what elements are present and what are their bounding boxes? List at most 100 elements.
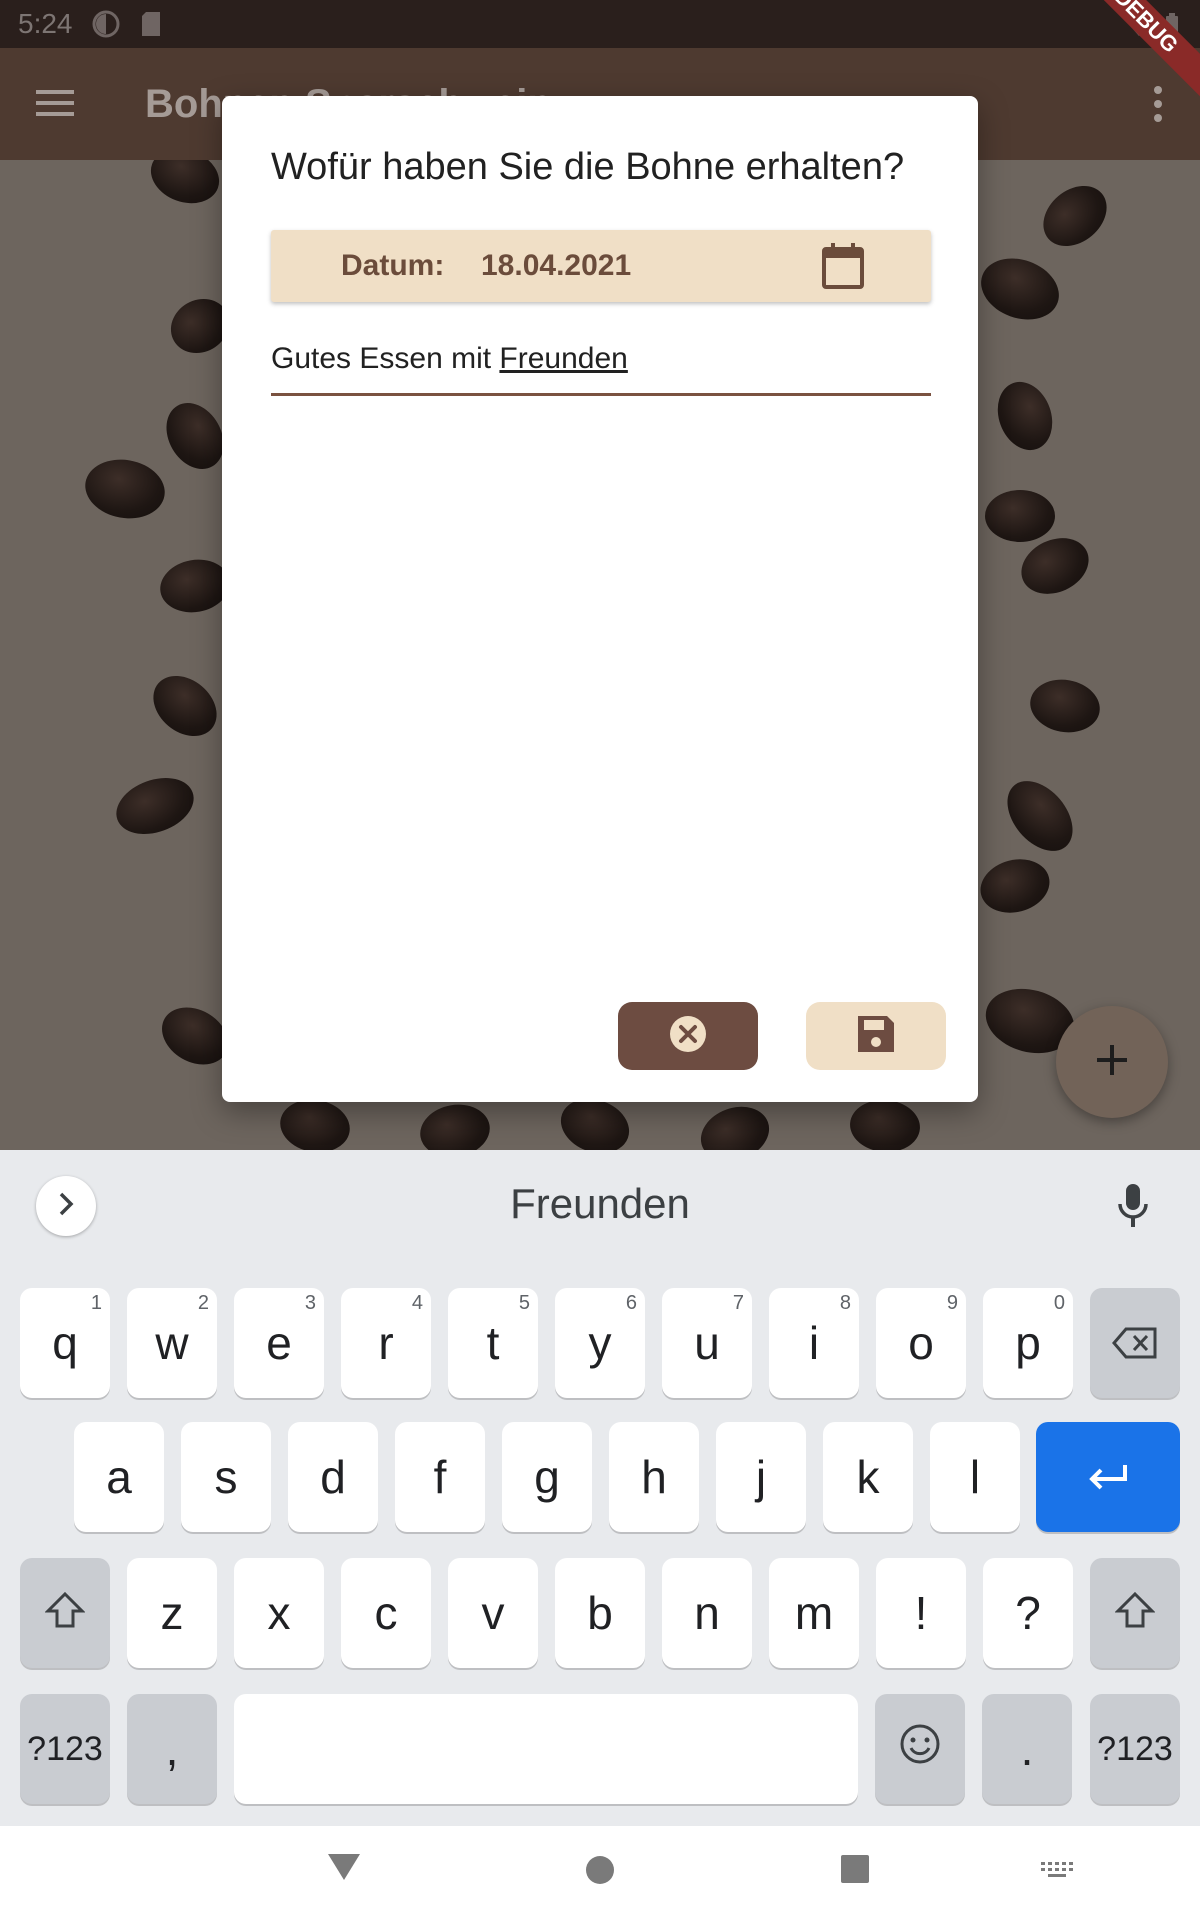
key-y[interactable]: 6y xyxy=(555,1288,645,1398)
key-a[interactable]: a xyxy=(74,1422,164,1532)
reason-composing-word: Freunden xyxy=(499,342,628,375)
period-key[interactable]: . xyxy=(982,1694,1072,1804)
key-g[interactable]: g xyxy=(502,1422,592,1532)
cancel-button[interactable] xyxy=(618,1002,758,1070)
symbols-key-left[interactable]: ?123 xyxy=(20,1694,110,1804)
key-label: h xyxy=(641,1451,667,1503)
shift-key-right[interactable] xyxy=(1090,1558,1180,1668)
status-time: 5:24 xyxy=(18,8,73,39)
key-number-hint: 5 xyxy=(518,1292,530,1314)
recents-icon[interactable] xyxy=(840,1854,870,1889)
period-key-label: . xyxy=(1020,1723,1034,1775)
reason-input[interactable]: Gutes Essen mit Freunden xyxy=(271,328,931,396)
save-icon xyxy=(856,1014,896,1059)
key-number-hint: 1 xyxy=(90,1292,102,1314)
plus-icon xyxy=(1095,1043,1129,1082)
enter-icon xyxy=(1087,1450,1129,1504)
key-label: ? xyxy=(1015,1587,1041,1639)
symbols-key-right[interactable]: ?123 xyxy=(1090,1694,1180,1804)
key-d[interactable]: d xyxy=(288,1422,378,1532)
keyboard-switch-icon[interactable] xyxy=(1040,1860,1074,1885)
coffee-bean xyxy=(693,1097,777,1150)
key-j[interactable]: j xyxy=(716,1422,806,1532)
enter-key[interactable] xyxy=(1036,1422,1180,1532)
key-number-hint: 2 xyxy=(197,1292,209,1314)
coffee-bean xyxy=(416,1099,494,1150)
key-q[interactable]: 1q xyxy=(20,1288,110,1398)
key-label: m xyxy=(794,1587,834,1639)
key-label: w xyxy=(155,1317,189,1369)
key-b[interactable]: b xyxy=(555,1558,645,1668)
key-s[interactable]: s xyxy=(181,1422,271,1532)
comma-key[interactable]: , xyxy=(127,1694,217,1804)
coffee-bean xyxy=(80,453,170,525)
key-label: g xyxy=(534,1451,560,1503)
key-x[interactable]: x xyxy=(234,1558,324,1668)
add-bean-dialog: Wofür haben Sie die Bohne erhalten? Datu… xyxy=(222,96,978,1102)
key-t[interactable]: 5t xyxy=(448,1288,538,1398)
save-button[interactable] xyxy=(806,1002,946,1070)
more-vert-icon[interactable] xyxy=(1152,84,1164,129)
key-label: v xyxy=(481,1587,505,1639)
key-number-hint: 8 xyxy=(839,1292,851,1314)
key-u[interactable]: 7u xyxy=(662,1288,752,1398)
emoji-key[interactable] xyxy=(875,1694,965,1804)
home-icon[interactable] xyxy=(584,1854,616,1891)
key-label: k xyxy=(856,1451,880,1503)
back-icon[interactable] xyxy=(326,1852,362,1887)
word-suggestion[interactable]: Freunden xyxy=(0,1180,1200,1228)
space-key[interactable] xyxy=(234,1694,858,1804)
menu-icon[interactable] xyxy=(36,88,76,123)
coffee-bean xyxy=(974,851,1056,921)
key-h[interactable]: h xyxy=(609,1422,699,1532)
shift-icon xyxy=(1114,1586,1156,1640)
key-label: p xyxy=(1015,1317,1041,1369)
navigation-bar xyxy=(0,1826,1200,1920)
key-c[interactable]: c xyxy=(341,1558,431,1668)
coffee-bean xyxy=(847,1097,923,1150)
key-l[interactable]: l xyxy=(930,1422,1020,1532)
key-k[interactable]: k xyxy=(823,1422,913,1532)
key-label: n xyxy=(694,1587,720,1639)
key-label: s xyxy=(214,1451,238,1503)
key-f[interactable]: f xyxy=(395,1422,485,1532)
key-label: r xyxy=(378,1317,394,1369)
backspace-key[interactable] xyxy=(1090,1288,1180,1398)
key-number-hint: 9 xyxy=(946,1292,958,1314)
key-![interactable]: ! xyxy=(876,1558,966,1668)
reason-text: Gutes Essen mit xyxy=(271,342,500,375)
key-label: y xyxy=(588,1317,612,1369)
key-?[interactable]: ? xyxy=(983,1558,1073,1668)
key-label: ! xyxy=(914,1587,928,1639)
key-e[interactable]: 3e xyxy=(234,1288,324,1398)
coffee-bean xyxy=(141,663,229,749)
date-picker-field[interactable]: Datum: 18.04.2021 xyxy=(271,230,931,302)
key-label: j xyxy=(755,1451,767,1503)
backspace-icon xyxy=(1112,1316,1158,1370)
key-number-hint: 6 xyxy=(625,1292,637,1314)
coffee-bean xyxy=(276,1094,354,1150)
calendar-icon[interactable] xyxy=(821,242,865,295)
key-label: u xyxy=(694,1317,720,1369)
shift-key-left[interactable] xyxy=(20,1558,110,1668)
symbols-key-label: ?123 xyxy=(1097,1729,1173,1768)
key-w[interactable]: 2w xyxy=(127,1288,217,1398)
add-bean-fab[interactable] xyxy=(1056,1006,1168,1118)
reason-input-value: Gutes Essen mit Freunden xyxy=(271,342,628,376)
key-number-hint: 3 xyxy=(304,1292,316,1314)
key-m[interactable]: m xyxy=(769,1558,859,1668)
key-z[interactable]: z xyxy=(127,1558,217,1668)
status-bar: 5:24 xyxy=(0,0,1200,48)
key-o[interactable]: 9o xyxy=(876,1288,966,1398)
key-i[interactable]: 8i xyxy=(769,1288,859,1398)
key-p[interactable]: 0p xyxy=(983,1288,1073,1398)
coffee-bean xyxy=(972,248,1068,330)
key-r[interactable]: 4r xyxy=(341,1288,431,1398)
microphone-icon[interactable] xyxy=(1116,1182,1150,1235)
key-label: i xyxy=(808,1317,820,1369)
on-screen-keyboard: Freunden 1q2w3e4r5t6y7u8i9o0p asdfghjkl … xyxy=(0,1150,1200,1826)
key-n[interactable]: n xyxy=(662,1558,752,1668)
key-v[interactable]: v xyxy=(448,1558,538,1668)
coffee-bean xyxy=(1031,173,1119,259)
key-label: e xyxy=(266,1317,292,1369)
